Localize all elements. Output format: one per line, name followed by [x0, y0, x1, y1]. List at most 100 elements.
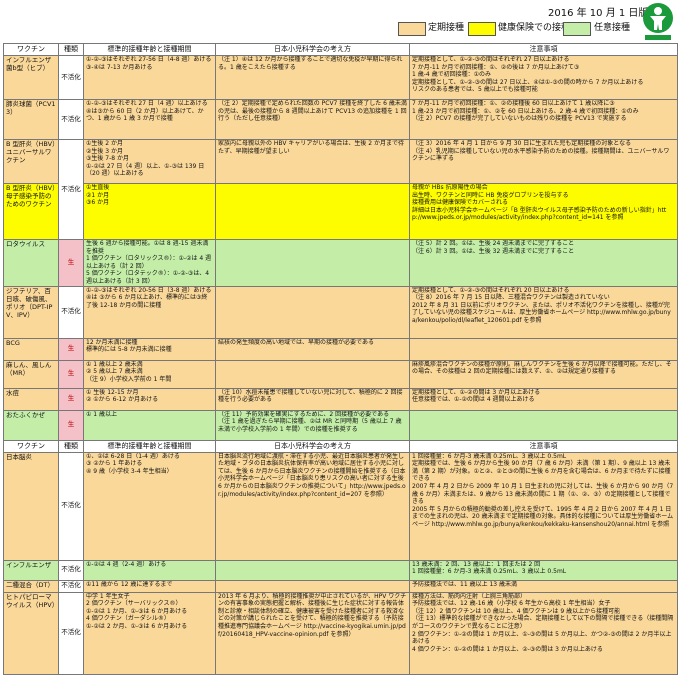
vaccine-kind: 生	[58, 359, 84, 389]
vaccine-name: 肺炎球菌（PCV13）	[3, 99, 59, 140]
lower-col-header: 種類	[58, 439, 84, 453]
jps-view-cell: （注 11）予防効果を確実にするために、2 回接種が必要である （注 1 歳を過ぎ…	[215, 409, 410, 441]
cell-line: ③6 か月	[86, 199, 110, 207]
rows-row: ジフテリア、百日咳、破傷風、ポリオ（DPT-IPV、IPV） 不活化 ①-②-③はそ…	[3, 285, 678, 339]
cell-line: 7 か月-11 か月で初回接種：①、②の接種後 60 日以上あけて 1 歳以降に…	[412, 100, 615, 108]
notes-cell: 定期接種として、①-②-③の間はそれぞれ 27 日以上あける 7 か月-11 か月…	[409, 55, 678, 100]
vaccine-name: おたふくかぜ	[3, 409, 59, 441]
cell-line: （注 1）④は 12 か月から接種することで適切な免疫が早期に得られる。1 歳を…	[218, 56, 403, 71]
cell-line: 1 回接種量：6 か月-3 歳未満 0.25mL、3 歳以上 0.5mL	[412, 568, 567, 576]
rows-row: インフルエンザ菌b型（ヒブ） 不活化 ①-②-③はそれぞれ 27-56 日（4-8 …	[3, 55, 678, 100]
schedule-cell: ①-②-③はそれぞれ 20-56 日（3-8 週）あける ④は ③から 6 か月以…	[83, 285, 216, 339]
cell-line: （注 10）水痘未罹患で接種していない児に対して、積極的に 2 回接種を行う必要…	[218, 388, 403, 404]
vaccine-name: B 型肝炎（HBV）母子感染予防のためのワクチン	[3, 183, 59, 240]
notes-cell: 接種方法は、筋肉内注射（上腕三角筋部） 予防接種法では、12 歳-16 歳（小学校…	[409, 591, 678, 675]
cell-line: 母親が HBs 抗原陽性の場合	[412, 184, 488, 192]
jps-view-cell: 家族内に母親以外の HBV キャリアがいる場合は、生後 2 か月まで待たず、早期…	[215, 139, 410, 184]
cell-line: 2007 年 4 月 2 日から 2009 年 10 月 1 日生まれの児に対し…	[412, 482, 674, 506]
notes-cell: （注 5）計 2 回。①は、生後 24 週未満までに完了すること （注 6）計 3…	[409, 239, 678, 287]
cell-line: 2005 年 5 月からの積極的勧奨の差し控えを受けて、1995 年 4 月 2…	[412, 505, 674, 528]
cell-line: ①-②は 27 日（4 週）以上、①-③は 139 日（20 週）以上あける	[86, 162, 205, 178]
vaccine-kind: 生	[58, 239, 84, 287]
notes-cell: 母親が HBs 抗原陽性の場合 出生時、ワクチンと同時に HB 免疫グロブリンを投…	[409, 183, 678, 240]
jps-view-cell: 日本脳炎流行地域に渡航・滞在する小児、最近日本脳炎患者が発生した地域・ブタの日本…	[215, 451, 410, 561]
cell-line: 予防接種法では、11 歳以上 13 歳未満	[412, 580, 517, 588]
notes-cell: 予防接種法では、11 歳以上 13 歳未満	[409, 579, 678, 593]
vaccine-kind: 不活化	[58, 579, 84, 593]
cell-line: 定期接種では、生後 6 か月から生後 90 か月（7 歳 6 か月）未満（第 1…	[412, 460, 671, 483]
cell-line: （注 6）計 3 回。①は、生後 32 週未満までに完了すること	[412, 247, 575, 255]
top-col-header: 標準的接種年齢と接種期間	[83, 43, 216, 56]
notes-cell: 1 回接種量：6 か月-3 歳未満 0.25mL、3 歳以上 0.5mL 定期接種…	[409, 451, 678, 561]
top-col-header: 注意事項	[409, 43, 678, 56]
vaccine-kind: 不活化	[58, 139, 84, 240]
cell-line: ②1 か月	[86, 191, 110, 199]
cell-line: ①-②-③はそれぞれ 27 日（4 週）以上あける	[86, 100, 208, 108]
vaccine-name: B 型肝炎（HBV）ユニバーサルワクチン	[3, 139, 59, 184]
cell-line: 家族内に母親以外の HBV キャリアがいる場合は、生後 2 か月まで待たず、早期…	[218, 140, 404, 155]
cell-line: ③ ②から 1 年あける	[86, 460, 143, 468]
notes-cell: 7 か月-11 か月で初回接種：①、②の接種後 60 日以上あけて 1 歳以降に…	[409, 99, 678, 140]
schedule-cell: ①-②-③はそれぞれ 27 日（4 週）以上あける ④は③から 60 日（2 か月…	[83, 99, 216, 140]
cell-line: ① 生後 12-15 か月	[86, 388, 139, 396]
jps-view-cell	[215, 559, 410, 581]
cell-line: ④は ③から 6 か月以上あけ、標準的には③終了後 12-18 か月の間に接種	[86, 294, 208, 309]
cell-line: （注 2）定期接種で定められた回数の PCV7 接種を終了した 6 歳未満の児は…	[218, 100, 407, 123]
cell-line: （注 3）2016 年 4 月 1 日から 9 月 30 日に生まれた児も定期接…	[412, 140, 632, 148]
cell-line: ④は③から 60 日（2 か月）以上あけて、かつ、1 歳から 1 歳 3 か月で…	[86, 107, 204, 123]
vaccine-kind: 生	[58, 337, 84, 361]
vaccine-kind: 不活化	[58, 591, 84, 675]
cell-line: （注 4）乳児期に接種していない児の水平感染予防のための接種。接種期間は、ユニバ…	[412, 147, 670, 163]
schedule-cell: ①-②-③はそれぞれ 27-56 日（4-8 週）あける ③-④は 7-13 か月…	[83, 55, 216, 100]
cell-line: 接種費用は健康保険でカバーされる	[412, 199, 509, 207]
cell-line: 2013 年 6 月より、積極的接種推奨が中止されているが、HPV ワクチンの有…	[218, 592, 407, 638]
cell-line: （注 13）標準的な接種ができなかった場合、定期接種として以下の間隔で接種できる…	[412, 615, 674, 630]
cell-line: ① 1 歳以上	[86, 410, 118, 418]
lower-col-header: ワクチン	[3, 439, 59, 453]
notes-cell: 定期接種として、①-②の間は 3 か月以上あける 任意接種では、①-②の間は 4 …	[409, 387, 678, 411]
legend-label-insurance: 健康保険での接種	[498, 23, 571, 33]
legend-swatch-insurance	[468, 22, 496, 36]
cell-line: 1 価ワクチン（ロタリックス®）：①-②は 4 週以上あける（計 2 回）	[86, 255, 212, 270]
header: 2016 年 10 月 1 日版 定期接種 健康保険での接種 任意接種	[0, 0, 680, 44]
vaccine-kind: 不活化	[58, 99, 84, 140]
cell-line: 2 価ワクチン（サーバリックス®）	[86, 600, 182, 608]
rows-row: BCG 生 12 か月未満に接種 標準的には 5-8 か月未満に接種 結核の発生頻度の高…	[3, 337, 678, 361]
lower-header-row: ワクチン 種類 標準的接種年齢と接種期間 日本小児科学会の考え方 注意事項	[3, 439, 678, 453]
jps-view-cell	[215, 239, 410, 287]
schedule-cell: 生後 6 週から接種可能。①は 8 週-15 週未満を推奨 1 価ワクチン（ロタリ…	[83, 239, 216, 287]
vaccine-name: ロタウイルス	[3, 239, 59, 287]
cell-line: ④ 9 歳（小学校 3-4 年生相当）	[86, 467, 173, 475]
vaccine-name: 日本脳炎	[3, 451, 59, 561]
cell-line: ①-②-③はそれぞれ 27-56 日（4-8 週）あける	[86, 56, 212, 64]
edition-date: 2016 年 10 月 1 日版	[548, 8, 649, 19]
cell-line: ③生後 7-8 か月	[86, 155, 129, 163]
jps-view-cell	[215, 183, 410, 240]
cell-line: （注 9）小学校入学前の 1 年間	[86, 375, 172, 383]
notes-cell	[409, 337, 678, 361]
cell-line: ①生直後	[86, 184, 110, 192]
cell-line: 生後 6 週から接種可能。①は 8 週-15 週未満を推奨	[86, 240, 209, 255]
jps-view-cell	[215, 579, 410, 593]
cell-line: 標準的には 5-8 か月未満に接種	[86, 346, 172, 354]
lower-col-header: 日本小児科学会の考え方	[215, 439, 410, 453]
vaccine-name: BCG	[3, 337, 59, 361]
rows2-row: インフルエンザ 不活化 ①-②は 4 週（2-4 週）あける 13 歳未満：2 回、1…	[3, 559, 678, 581]
notes-cell	[409, 409, 678, 441]
cell-line: ③-④は 7-13 か月あける	[86, 63, 153, 71]
cell-line: 1 歳-4 歳で初回接種：①のみ	[412, 71, 491, 79]
cell-line: ② ①から 6-12 か月あける	[86, 396, 159, 404]
schedule-cell: ① 生後 12-15 か月 ② ①から 6-12 か月あける	[83, 387, 216, 411]
cell-line: 日本脳炎流行地域に渡航・滞在する小児、最近日本脳炎患者が発生した地域・ブタの日本…	[218, 452, 406, 498]
legend-label-routine: 定期接種	[428, 23, 465, 33]
cell-line: 任意接種では、①-②の間は 4 週間以上あける	[412, 396, 535, 404]
vaccine-kind: 不活化	[58, 451, 84, 561]
rows-row: 肺炎球菌（PCV13） 不活化 ①-②-③はそれぞれ 27 日（4 週）以上あける ④…	[3, 99, 678, 140]
rows2-row: 二種混合（DT） 不活化 ①11 歳から 12 歳に達するまで 予防接種法では、11 …	[3, 579, 678, 593]
notes-cell: 定期接種として、①-②-③の間はそれぞれ 20 日以上あける （注 8）2016 …	[409, 285, 678, 339]
vaccine-name: インフルエンザ菌b型（ヒブ）	[3, 55, 59, 100]
cell-line: リスクのある患者では、5 歳以上でも接種可能	[412, 86, 538, 94]
cell-line: ①-②は 2 か月、①-③は 6 か月あける	[86, 622, 188, 630]
schedule-cell: ①11 歳から 12 歳に達するまで	[83, 579, 216, 593]
jps-view-cell: （注 1）④は 12 か月から接種することで適切な免疫が早期に得られる。1 歳を…	[215, 55, 410, 100]
